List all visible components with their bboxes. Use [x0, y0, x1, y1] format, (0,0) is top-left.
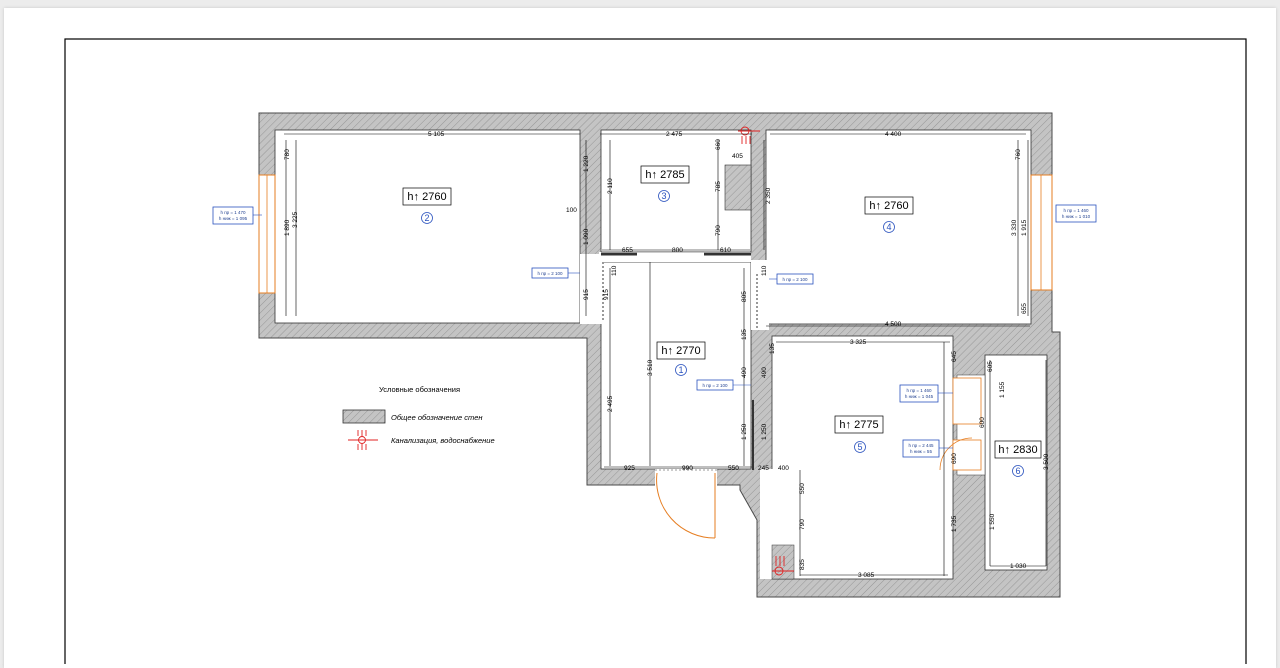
note-text: h ниж = 1 045: [905, 394, 934, 399]
legend: Условные обозначения Общее обозначение с…: [342, 385, 495, 450]
note-text: h пр = 1 460: [906, 388, 932, 393]
note-text: h пр = 2 100: [702, 383, 728, 388]
note-text: h пр = 1 470: [220, 210, 246, 215]
dim-label: 2 110: [607, 178, 614, 194]
dim-label: 100: [566, 207, 577, 214]
dim-label: 3 325: [850, 339, 867, 346]
dim-label: 1 250: [741, 423, 748, 440]
dim-label: 1 090: [583, 228, 590, 245]
dim-label: 690: [951, 453, 958, 464]
room-2-height: h↑ 2760: [407, 191, 446, 203]
dim-label: 1 250: [761, 423, 768, 440]
note-text: h пр = 2 100: [782, 277, 808, 282]
dim-label: 780: [284, 149, 291, 160]
room-6-number: 6: [1015, 466, 1020, 476]
floor-plan: 5 105 3 225 780 1 890 2 475 405 660 785 …: [64, 38, 1247, 664]
dim-label: 3 085: [858, 572, 875, 579]
dim-label: 550: [799, 483, 806, 494]
dim-label: 1 735: [951, 515, 958, 532]
room-6-height: h↑ 2830: [998, 444, 1037, 456]
dim-label: 110: [611, 265, 618, 276]
dim-label: 3 500: [1043, 453, 1050, 470]
dim-label: 3 225: [292, 211, 299, 228]
dim-label: 550: [728, 465, 739, 472]
dim-label: 800: [672, 247, 683, 254]
legend-walls-label: Общее обозначение стен: [391, 413, 483, 422]
dim-label: 3 510: [647, 359, 654, 376]
dim-label: 5 105: [428, 131, 445, 138]
dim-label: 600: [979, 417, 986, 428]
room-1-height: h↑ 2770: [661, 345, 700, 357]
note-text: h пр = 1 460: [1063, 208, 1089, 213]
legend-plumbing-label: Канализация, водоснабжение: [391, 436, 495, 445]
room-5-area: [771, 335, 954, 580]
dim-label: 835: [799, 559, 806, 570]
dim-label: 1 220: [583, 155, 590, 172]
dim-label: 1 155: [999, 381, 1006, 398]
room-2-number: 2: [424, 213, 429, 223]
note-text: h ниж = 1 095: [219, 216, 248, 221]
dim-label: 1 030: [1010, 563, 1027, 570]
dim-label: 655: [622, 247, 633, 254]
dim-label: 135: [769, 343, 776, 354]
note-text: h ниж = 55: [910, 449, 932, 454]
dim-label: 790: [799, 519, 806, 530]
note-text: h пр = 2 445: [908, 443, 934, 448]
dim-label: 1 890: [284, 219, 291, 236]
dim-label: 490: [741, 367, 748, 378]
dim-label: 1 915: [1021, 219, 1028, 236]
plumbing-legend-icon: [348, 430, 378, 450]
dim-label: 645: [951, 351, 958, 362]
dim-label: 915: [603, 289, 610, 300]
dim-label: 110: [761, 265, 768, 276]
dim-label: 610: [720, 247, 731, 254]
room-4-height: h↑ 2760: [869, 200, 908, 212]
dim-label: 660: [715, 139, 722, 150]
dim-label: 400: [778, 465, 789, 472]
room-1-area: [600, 261, 752, 470]
room-3-number: 3: [661, 191, 666, 201]
dim-label: 915: [583, 289, 590, 300]
room-5-number: 5: [857, 442, 862, 452]
dim-label: 2 475: [666, 131, 683, 138]
dim-label: 790: [715, 225, 722, 236]
room-4-number: 4: [886, 222, 891, 232]
dim-label: 925: [624, 465, 635, 472]
dim-label: 805: [741, 291, 748, 302]
dim-label: 785: [715, 181, 722, 192]
dim-label: 760: [1015, 149, 1022, 160]
room-1-number: 1: [678, 365, 683, 375]
dim-label: 990: [682, 465, 693, 472]
room-5-height: h↑ 2775: [839, 419, 878, 431]
dim-label: 4 400: [885, 131, 902, 138]
dim-label: 655: [1021, 303, 1028, 314]
dim-label: 490: [761, 367, 768, 378]
dim-label: 2 350: [765, 187, 772, 204]
note-text: h ниж = 1 010: [1062, 214, 1091, 219]
room-2-area: [274, 129, 581, 324]
room-3-height: h↑ 2785: [645, 169, 684, 181]
dim-label: 135: [741, 329, 748, 340]
dim-label: 1 550: [989, 513, 996, 530]
dim-label: 605: [987, 361, 994, 372]
dim-label: 3 330: [1011, 219, 1018, 236]
legend-title: Условные обозначения: [379, 385, 460, 394]
dim-label: 4 500: [885, 321, 902, 328]
dim-label: 2 495: [607, 395, 614, 412]
note-text: h пр = 2 100: [537, 271, 563, 276]
dim-label: 405: [732, 153, 743, 160]
dim-label: 245: [758, 465, 769, 472]
room-6-area: [984, 354, 1048, 571]
room-4-area: [765, 129, 1032, 325]
wall-swatch-icon: [342, 409, 386, 424]
